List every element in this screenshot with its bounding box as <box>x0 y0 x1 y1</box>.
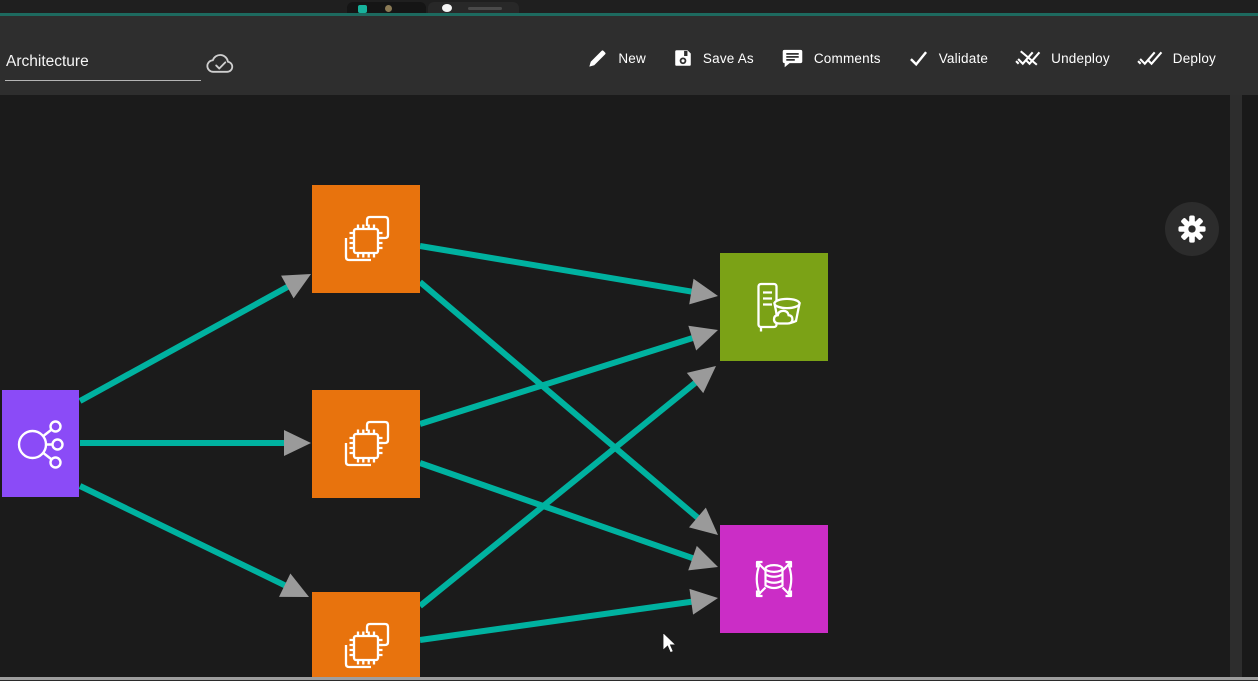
canvas-settings-button[interactable] <box>1165 202 1219 256</box>
edge-compute-3-to-database[interactable] <box>420 589 718 640</box>
architecture-title-input[interactable]: Architecture <box>5 49 201 81</box>
toolbar-button-label: Comments <box>814 51 881 66</box>
browser-tab[interactable] <box>428 2 519 13</box>
toolbar-button-deploy[interactable]: Deploy <box>1137 48 1216 68</box>
toolbar-button-label: Validate <box>939 51 988 66</box>
arrowhead <box>688 326 718 351</box>
toolbar: New Save As Comments Validate Undeploy Deploy <box>587 44 1216 72</box>
vertical-scrollbar[interactable] <box>1230 95 1242 677</box>
check-icon <box>908 48 929 69</box>
gear-icon <box>1178 215 1206 243</box>
edge-compute-2-to-database[interactable] <box>420 463 718 570</box>
edge-load-balancer-to-compute-1[interactable] <box>80 274 311 401</box>
diagram-canvas[interactable] <box>0 95 1230 677</box>
toolbar-button-label: New <box>618 51 646 66</box>
double-check-slash-icon <box>1015 48 1041 68</box>
edge-load-balancer-to-compute-2[interactable] <box>80 430 311 456</box>
tab-favicon <box>442 4 452 12</box>
horizontal-scrollbar-thumb[interactable] <box>0 677 1258 680</box>
toolbar-button-save-as[interactable]: Save As <box>673 48 754 68</box>
arrowhead <box>284 430 311 456</box>
tab-favicon <box>385 5 392 12</box>
diagram-svg[interactable] <box>0 95 1230 677</box>
cloud-check-icon <box>204 52 236 76</box>
arrowhead <box>688 546 718 571</box>
node-compute-1[interactable] <box>312 185 420 293</box>
pencil-icon <box>587 48 608 69</box>
right-gutter <box>1242 95 1258 677</box>
edge-compute-3-to-storage[interactable] <box>420 366 716 606</box>
edge-compute-1-to-storage[interactable] <box>420 246 718 304</box>
browser-tab-strip <box>0 0 1258 13</box>
tab-logo-icon <box>358 5 367 13</box>
top-bar: Architecture New Save As Comments Validate U… <box>0 16 1258 95</box>
browser-tab[interactable] <box>347 2 426 13</box>
arrowhead <box>689 279 718 305</box>
toolbar-button-label: Save As <box>703 51 754 66</box>
node-storage[interactable] <box>720 253 828 361</box>
node-compute-2[interactable] <box>312 390 420 498</box>
floppy-icon <box>673 48 693 68</box>
arrowhead <box>689 589 718 615</box>
toolbar-button-validate[interactable]: Validate <box>908 48 988 69</box>
node-compute-3[interactable] <box>312 592 420 677</box>
toolbar-button-undeploy[interactable]: Undeploy <box>1015 48 1110 68</box>
horizontal-scrollbar[interactable] <box>0 677 1258 681</box>
toolbar-button-label: Deploy <box>1173 51 1216 66</box>
chat-icon <box>781 48 804 69</box>
double-check-icon <box>1137 48 1163 68</box>
toolbar-button-comments[interactable]: Comments <box>781 48 881 69</box>
node-load-balancer[interactable] <box>2 390 79 497</box>
node-database[interactable] <box>720 525 828 633</box>
toolbar-button-new[interactable]: New <box>587 48 646 69</box>
toolbar-button-label: Undeploy <box>1051 51 1110 66</box>
tab-title-placeholder <box>468 7 502 10</box>
edge-load-balancer-to-compute-3[interactable] <box>80 486 309 597</box>
